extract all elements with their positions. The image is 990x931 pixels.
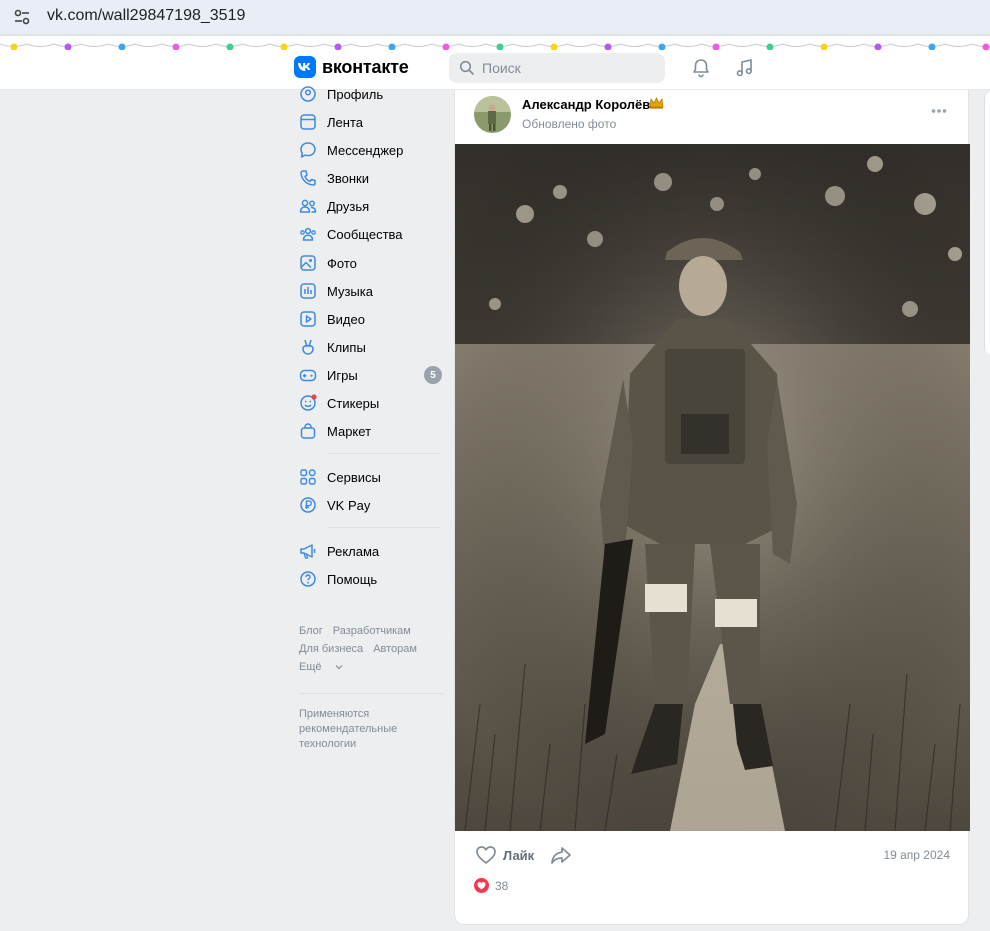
chevron-down-icon — [335, 665, 343, 670]
communities-icon — [299, 225, 317, 243]
crown-icon — [649, 97, 664, 109]
search-box[interactable] — [449, 53, 665, 83]
footer-link-authors[interactable]: Авторам — [373, 643, 417, 655]
music-icon[interactable] — [734, 57, 756, 79]
music-icon — [299, 282, 317, 300]
sidebar-item-label: VK Pay — [327, 497, 371, 513]
messenger-icon — [299, 141, 317, 159]
sidebar-item-music[interactable]: Музыка — [299, 281, 444, 301]
friends-icon — [299, 197, 317, 215]
video-icon — [299, 310, 317, 328]
sidebar-item-label: Игры — [327, 367, 358, 383]
sidebar-item-photo[interactable]: Фото — [299, 253, 444, 273]
menu-divider — [327, 527, 440, 528]
reactions-summary[interactable]: 38 — [474, 878, 508, 893]
sidebar-item-label: Клипы — [327, 339, 366, 355]
sidebar-item-stickers[interactable]: Стикеры — [299, 393, 444, 413]
sidebar-item-games[interactable]: Игры 5 — [299, 365, 444, 385]
share-icon[interactable] — [550, 845, 572, 865]
search-input[interactable] — [482, 53, 657, 83]
footer-link-more[interactable]: Ещё — [299, 661, 343, 673]
sidebar-item-ads[interactable]: Реклама — [299, 541, 444, 561]
vk-logo-text: вконтакте — [322, 56, 409, 77]
footer-link-blog[interactable]: Блог — [299, 625, 323, 637]
sidebar-item-vkpay[interactable]: VK Pay — [299, 495, 444, 515]
recommendation-note: Применяются рекомендательные технологии — [299, 708, 398, 750]
sidebar-item-label: Реклама — [327, 543, 380, 559]
menu-divider — [299, 693, 444, 694]
footer-link-more-label: Ещё — [299, 661, 322, 673]
profile-icon — [299, 85, 317, 103]
vk-header: вконтакте — [0, 50, 990, 90]
sidebar-item-label: Мессенджер — [327, 142, 404, 158]
vk-logo[interactable]: вконтакте — [294, 56, 409, 78]
phone-icon — [299, 169, 317, 187]
post-date[interactable]: 19 апр 2024 — [883, 848, 950, 862]
market-icon — [299, 422, 317, 440]
footer-links-row: Ещё — [299, 661, 345, 673]
search-icon — [459, 60, 474, 75]
clips-icon — [299, 338, 317, 356]
sidebar-item-video[interactable]: Видео — [299, 309, 444, 329]
sidebar-item-phone[interactable]: Звонки — [299, 168, 444, 188]
sidebar-item-clips[interactable]: Клипы — [299, 337, 444, 357]
sidebar-item-label: Музыка — [327, 283, 373, 299]
post-subtitle: Обновлено фото — [522, 117, 617, 131]
sidebar-item-services[interactable]: Сервисы — [299, 467, 444, 487]
sidebar-item-label: Сообщества — [327, 226, 403, 242]
sidebar-item-label: Маркет — [327, 423, 372, 439]
address-field[interactable]: vk.com/wall29847198_3519 — [0, 0, 990, 34]
sidebar-item-messenger[interactable]: Мессенджер — [299, 140, 444, 160]
avatar[interactable] — [474, 96, 511, 133]
post-photo[interactable] — [455, 144, 970, 831]
heart-outline-icon — [476, 846, 496, 864]
bell-icon[interactable] — [690, 57, 712, 79]
sidebar-item-label: Фото — [327, 255, 357, 271]
sidebar-item-label: Помощь — [327, 571, 378, 587]
services-icon — [299, 468, 317, 486]
sidebar-item-feed[interactable]: Лента — [299, 112, 444, 132]
sidebar-item-help[interactable]: Помощь — [299, 569, 444, 589]
sidebar-item-market[interactable]: Маркет — [299, 421, 444, 441]
photo-icon — [299, 254, 317, 272]
footer-link-developers[interactable]: Разработчикам — [333, 625, 411, 637]
sidebar-item-profile[interactable]: Профиль — [299, 84, 444, 104]
footer-link-business[interactable]: Для бизнеса — [299, 643, 363, 655]
tune-icon[interactable] — [12, 7, 32, 27]
stickers-icon — [299, 394, 317, 412]
sidebar-item-communities[interactable]: Сообщества — [299, 224, 444, 244]
help-icon — [299, 570, 317, 588]
sidebar-item-label: Лента — [327, 114, 363, 130]
sidebar-item-friends[interactable]: Друзья — [299, 196, 444, 216]
ads-icon — [299, 542, 317, 560]
like-label: Лайк — [503, 847, 535, 863]
browser-address-bar: vk.com/wall29847198_3519 — [0, 0, 990, 36]
sidebar-item-label: Звонки — [327, 170, 369, 186]
post-card: Александр Королёв Обновлено фото Лайк 19… — [454, 90, 970, 925]
games-icon — [299, 366, 317, 384]
sidebar-item-label: Видео — [327, 311, 365, 327]
footer-links-row: Для бизнеса Авторам — [299, 643, 427, 655]
vkpay-icon — [299, 496, 317, 514]
heart-reaction-icon — [474, 878, 489, 893]
url-text[interactable]: vk.com/wall29847198_3519 — [47, 7, 245, 25]
post-author[interactable]: Александр Королёв — [522, 97, 650, 112]
sidebar-item-label: Друзья — [327, 198, 370, 214]
like-button[interactable]: Лайк — [475, 845, 534, 865]
more-icon[interactable] — [931, 108, 947, 114]
sidebar-item-label: Профиль — [327, 86, 384, 102]
sidebar-item-label: Сервисы — [327, 469, 381, 485]
footer-links-row: Блог Разработчикам — [299, 625, 421, 637]
sidebar-item-label: Стикеры — [327, 395, 380, 411]
right-panel-edge — [984, 92, 990, 354]
feed-icon — [299, 113, 317, 131]
menu-divider — [327, 453, 440, 454]
games-count-badge: 5 — [424, 366, 442, 384]
garland-wire — [0, 43, 990, 47]
vk-logo-icon — [294, 56, 316, 78]
reactions-count: 38 — [495, 878, 509, 893]
